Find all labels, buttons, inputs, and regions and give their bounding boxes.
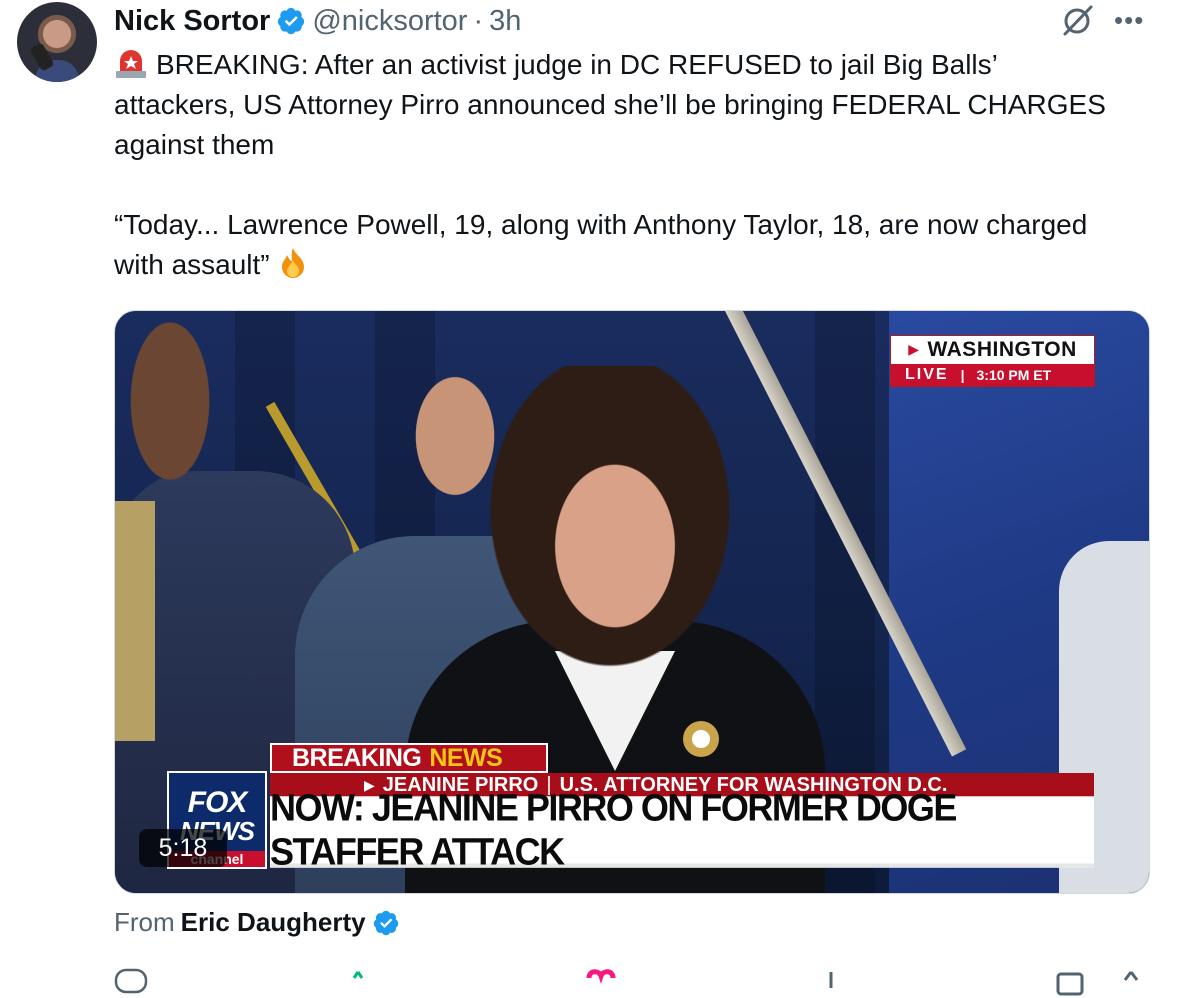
author-handle[interactable]: @nicksortor	[312, 5, 467, 38]
video-player[interactable]: WASHINGTON LIVE | 3:10 PM ET BREAKING NE…	[114, 310, 1150, 894]
views-icon[interactable]	[814, 968, 848, 998]
verified-badge-icon	[278, 7, 305, 35]
tweet-text: BREAKING: After an activist judge in DC …	[114, 45, 1114, 285]
fire-emoji-icon	[281, 248, 304, 278]
tweet-text-line1: BREAKING: After an activist judge in DC …	[114, 49, 1106, 160]
logo-line1: FOX	[187, 786, 248, 819]
share-icon[interactable]	[1114, 968, 1148, 998]
live-time: 3:10 PM ET	[976, 367, 1052, 383]
like-icon[interactable]	[584, 968, 618, 998]
timestamp[interactable]: 3h	[489, 5, 521, 38]
separator-dot: ·	[473, 4, 484, 37]
more-icon[interactable]: •••	[1114, 7, 1146, 33]
grok-icon[interactable]	[1060, 4, 1094, 38]
attribution-author[interactable]: Eric Daugherty	[181, 907, 366, 938]
repost-icon[interactable]	[350, 968, 384, 998]
person-left-tie	[115, 501, 155, 741]
location-bug: WASHINGTON LIVE | 3:10 PM ET	[890, 335, 1095, 387]
author-name[interactable]: Nick Sortor	[114, 5, 270, 38]
speaker-brooch	[683, 721, 719, 757]
action-bar	[114, 960, 1154, 996]
breaking-label: BREAKING	[292, 743, 422, 772]
tweet-text-line2: “Today... Lawrence Powell, 19, along wit…	[114, 209, 1088, 280]
avatar[interactable]	[17, 2, 97, 82]
live-separator: |	[960, 367, 965, 383]
live-label: LIVE	[905, 366, 949, 383]
siren-emoji-icon	[116, 50, 146, 78]
video-duration: 5:18	[139, 829, 227, 867]
tweet-header: Nick Sortor @nicksortor · 3h	[114, 4, 521, 38]
reply-icon[interactable]	[114, 968, 148, 998]
bookmark-icon[interactable]	[1054, 968, 1088, 998]
person-left-head	[115, 311, 225, 511]
verified-badge-icon	[373, 910, 398, 935]
breaking-news-banner: BREAKING NEWS	[270, 743, 548, 773]
speaker-face	[545, 451, 685, 641]
attribution-prefix: From	[114, 907, 175, 937]
live-bar: LIVE | 3:10 PM ET	[891, 364, 1094, 386]
news-label: NEWS	[429, 743, 503, 772]
video-attribution: From Eric Daugherty	[114, 907, 400, 938]
lower-third-headline: NOW: JEANINE PIRRO ON FORMER DOGE STAFFE…	[270, 786, 1094, 873]
location-text: WASHINGTON	[891, 338, 1094, 362]
